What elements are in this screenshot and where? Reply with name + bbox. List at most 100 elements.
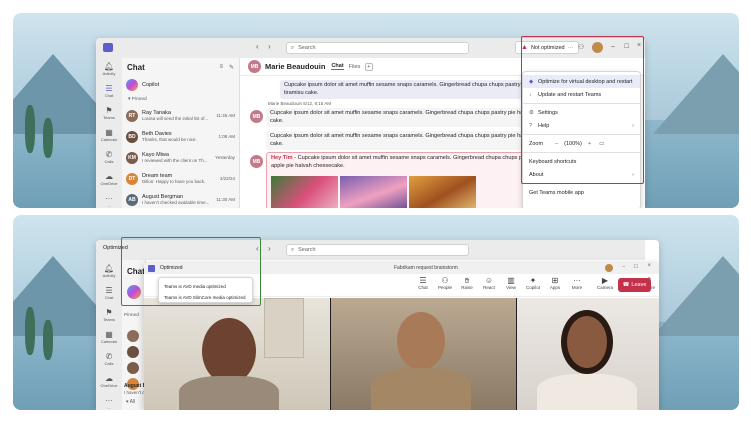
close-icon[interactable]: × — [647, 263, 651, 269]
contact-avatar: MB — [248, 60, 261, 73]
filter-icon[interactable]: ≡ — [219, 64, 223, 70]
rail-item-onedrive[interactable]: ☁ OneDrive — [96, 168, 122, 190]
sunset-image[interactable] — [409, 176, 476, 208]
video-tile-participant-3[interactable] — [517, 298, 659, 410]
top-screenshot-panel: ‹ › ⌕ Search ▲ Not optimized ··· ⚇ – ☐ ×… — [13, 13, 739, 208]
rail-item-calls[interactable]: ✆ Calls — [96, 348, 122, 370]
camera-icon: ▶ — [601, 276, 609, 285]
tab-add[interactable]: + — [365, 62, 373, 71]
chat-time: 11:45 AM — [216, 113, 235, 118]
participant-body — [371, 368, 471, 410]
calendar-icon: ▦ — [105, 127, 113, 137]
view-button[interactable]: ▥ View — [500, 276, 522, 290]
leave-button[interactable]: ☎ Leave — [618, 278, 651, 292]
search-input[interactable]: ⌕ Search — [286, 42, 469, 54]
rail-item-activity[interactable]: 🔔︎ Activity — [96, 260, 122, 282]
rail-item-[interactable]: ···... — [96, 190, 122, 208]
menu-item-get-teams[interactable]: Get Teams mobile app — [523, 186, 640, 199]
rail-item-chat[interactable]: ☰ Chat — [96, 282, 122, 304]
chat-list-pane: Chat ≡ ✎ Copilot ▾ Pinned RT Ray Tanaka Lo… — [122, 58, 240, 208]
back-icon[interactable]: ‹ — [256, 42, 259, 51]
phone-icon: ✆ — [105, 351, 113, 361]
toolbar-label: Chat — [418, 285, 428, 290]
rail-item-calendar[interactable]: ▦ Calendar — [96, 326, 122, 348]
chat-avatar[interactable] — [127, 346, 139, 358]
rail-item-activity[interactable]: 🔔︎ Activity — [96, 58, 122, 80]
all-chats-row[interactable]: ▾ All — [126, 399, 135, 405]
forward-icon[interactable]: › — [268, 42, 271, 51]
rail-item-[interactable]: ···... — [96, 392, 122, 410]
message-meta: Marie Beaudouin 5/12, 9:15 AM — [268, 101, 332, 106]
chat-avatar: BD — [126, 130, 138, 143]
rail-label: ... — [107, 404, 111, 410]
video-tile-participant-2[interactable] — [331, 298, 516, 410]
chat-avatar[interactable] — [127, 362, 139, 374]
teams-logo-icon — [103, 43, 113, 52]
abstract-image[interactable] — [340, 176, 407, 208]
participant-body — [179, 376, 279, 410]
avatar[interactable] — [605, 264, 613, 272]
chat-list-item[interactable]: RT Ray Tanaka Louisa will send the initial… — [122, 105, 239, 126]
forward-icon[interactable]: › — [268, 244, 271, 253]
tab-chat[interactable]: Chat — [331, 63, 344, 70]
rail-item-chat[interactable]: ☰ Chat — [96, 80, 122, 102]
pinned-label: Pinned — [131, 97, 147, 102]
rail-item-teams[interactable]: ⚑ Teams — [96, 102, 122, 124]
people-button[interactable]: ⚇ People — [434, 276, 456, 290]
rail-label: Chat — [104, 92, 114, 98]
chat-list-item[interactable]: DT Dream team Dillon: Happy to have you ba… — [122, 168, 239, 189]
chat-avatar[interactable] — [127, 330, 139, 342]
raise-button[interactable]: ✋︎ Raise — [456, 276, 478, 290]
toolbar-label: Apps — [549, 285, 561, 290]
rail-label: Teams — [103, 316, 115, 322]
rail-label: Activity — [102, 272, 116, 278]
maximize-icon[interactable]: ☐ — [634, 264, 638, 270]
rail-item-teams[interactable]: ⚑ Teams — [96, 304, 122, 326]
menu-label: Get Teams mobile app — [529, 189, 584, 196]
chat-list-item[interactable]: AB August Bergman I haven't checked availa… — [122, 189, 239, 208]
chat-list-item[interactable]: BD Beth Davies Thanks, that would be nice.… — [122, 126, 239, 147]
participant-face — [397, 312, 445, 370]
chat-preview: Dillon: Happy to have you back. — [142, 179, 206, 184]
rail-label: OneDrive — [100, 180, 118, 186]
new-chat-icon[interactable]: ✎ — [229, 64, 234, 71]
teams-icon: ⚑ — [105, 307, 113, 317]
rail-item-calls[interactable]: ✆ Calls — [96, 146, 122, 168]
camera-button[interactable]: ▶ Camera — [594, 276, 616, 290]
rail-item-onedrive[interactable]: ☁ OneDrive — [96, 370, 122, 392]
copilot-item[interactable]: Copilot — [122, 76, 239, 94]
tree-left — [25, 105, 35, 153]
raise-hand-icon: ✋︎ — [464, 276, 470, 285]
toolbar-label: View — [506, 285, 516, 290]
calendar-icon: ▦ — [105, 329, 113, 339]
search-input[interactable]: ⌕ Search — [286, 244, 469, 256]
search-icon: ⌕ — [291, 246, 295, 253]
video-tile-participant-1[interactable] — [144, 298, 330, 410]
app-rail: 🔔︎ Activity ☰ Chat ⚑ Teams ▦ Calendar ✆ Calls ☁ One… — [96, 58, 122, 208]
mountain-right — [653, 255, 739, 336]
chat-button[interactable]: ☰ Chat — [412, 276, 434, 290]
chat-avatar: KM — [126, 151, 138, 164]
minimize-icon[interactable]: – — [622, 264, 625, 270]
chat-time: 1:08 AM — [218, 134, 235, 139]
toolbar-label: Copilot — [525, 285, 540, 290]
apps-button[interactable]: ⊞ Apps — [544, 276, 566, 290]
rail-label: Teams — [103, 114, 115, 120]
flowers-image[interactable] — [271, 176, 338, 208]
more-button[interactable]: ··· More — [566, 276, 588, 290]
tab-files[interactable]: Files — [349, 64, 361, 70]
search-placeholder: Search — [298, 247, 316, 253]
highlight-box-menu — [521, 36, 644, 184]
contact-initials: MB — [250, 63, 259, 70]
toolbar-label: Camera — [596, 285, 613, 290]
chat-title: Chat — [127, 62, 145, 72]
rail-label: Calendar — [100, 136, 118, 142]
copilot-button[interactable]: ✦ Copilot — [522, 276, 544, 290]
rail-label: Calls — [104, 158, 114, 164]
chat-list-item[interactable]: KM Kayo Miwa I reviewed with the client on… — [122, 147, 239, 168]
sender-avatar: MB — [250, 155, 263, 168]
react-button[interactable]: ☺ React — [478, 276, 500, 290]
rail-item-calendar[interactable]: ▦ Calendar — [96, 124, 122, 146]
react-icon: ☺ — [484, 276, 494, 285]
search-placeholder: Search — [298, 45, 316, 51]
